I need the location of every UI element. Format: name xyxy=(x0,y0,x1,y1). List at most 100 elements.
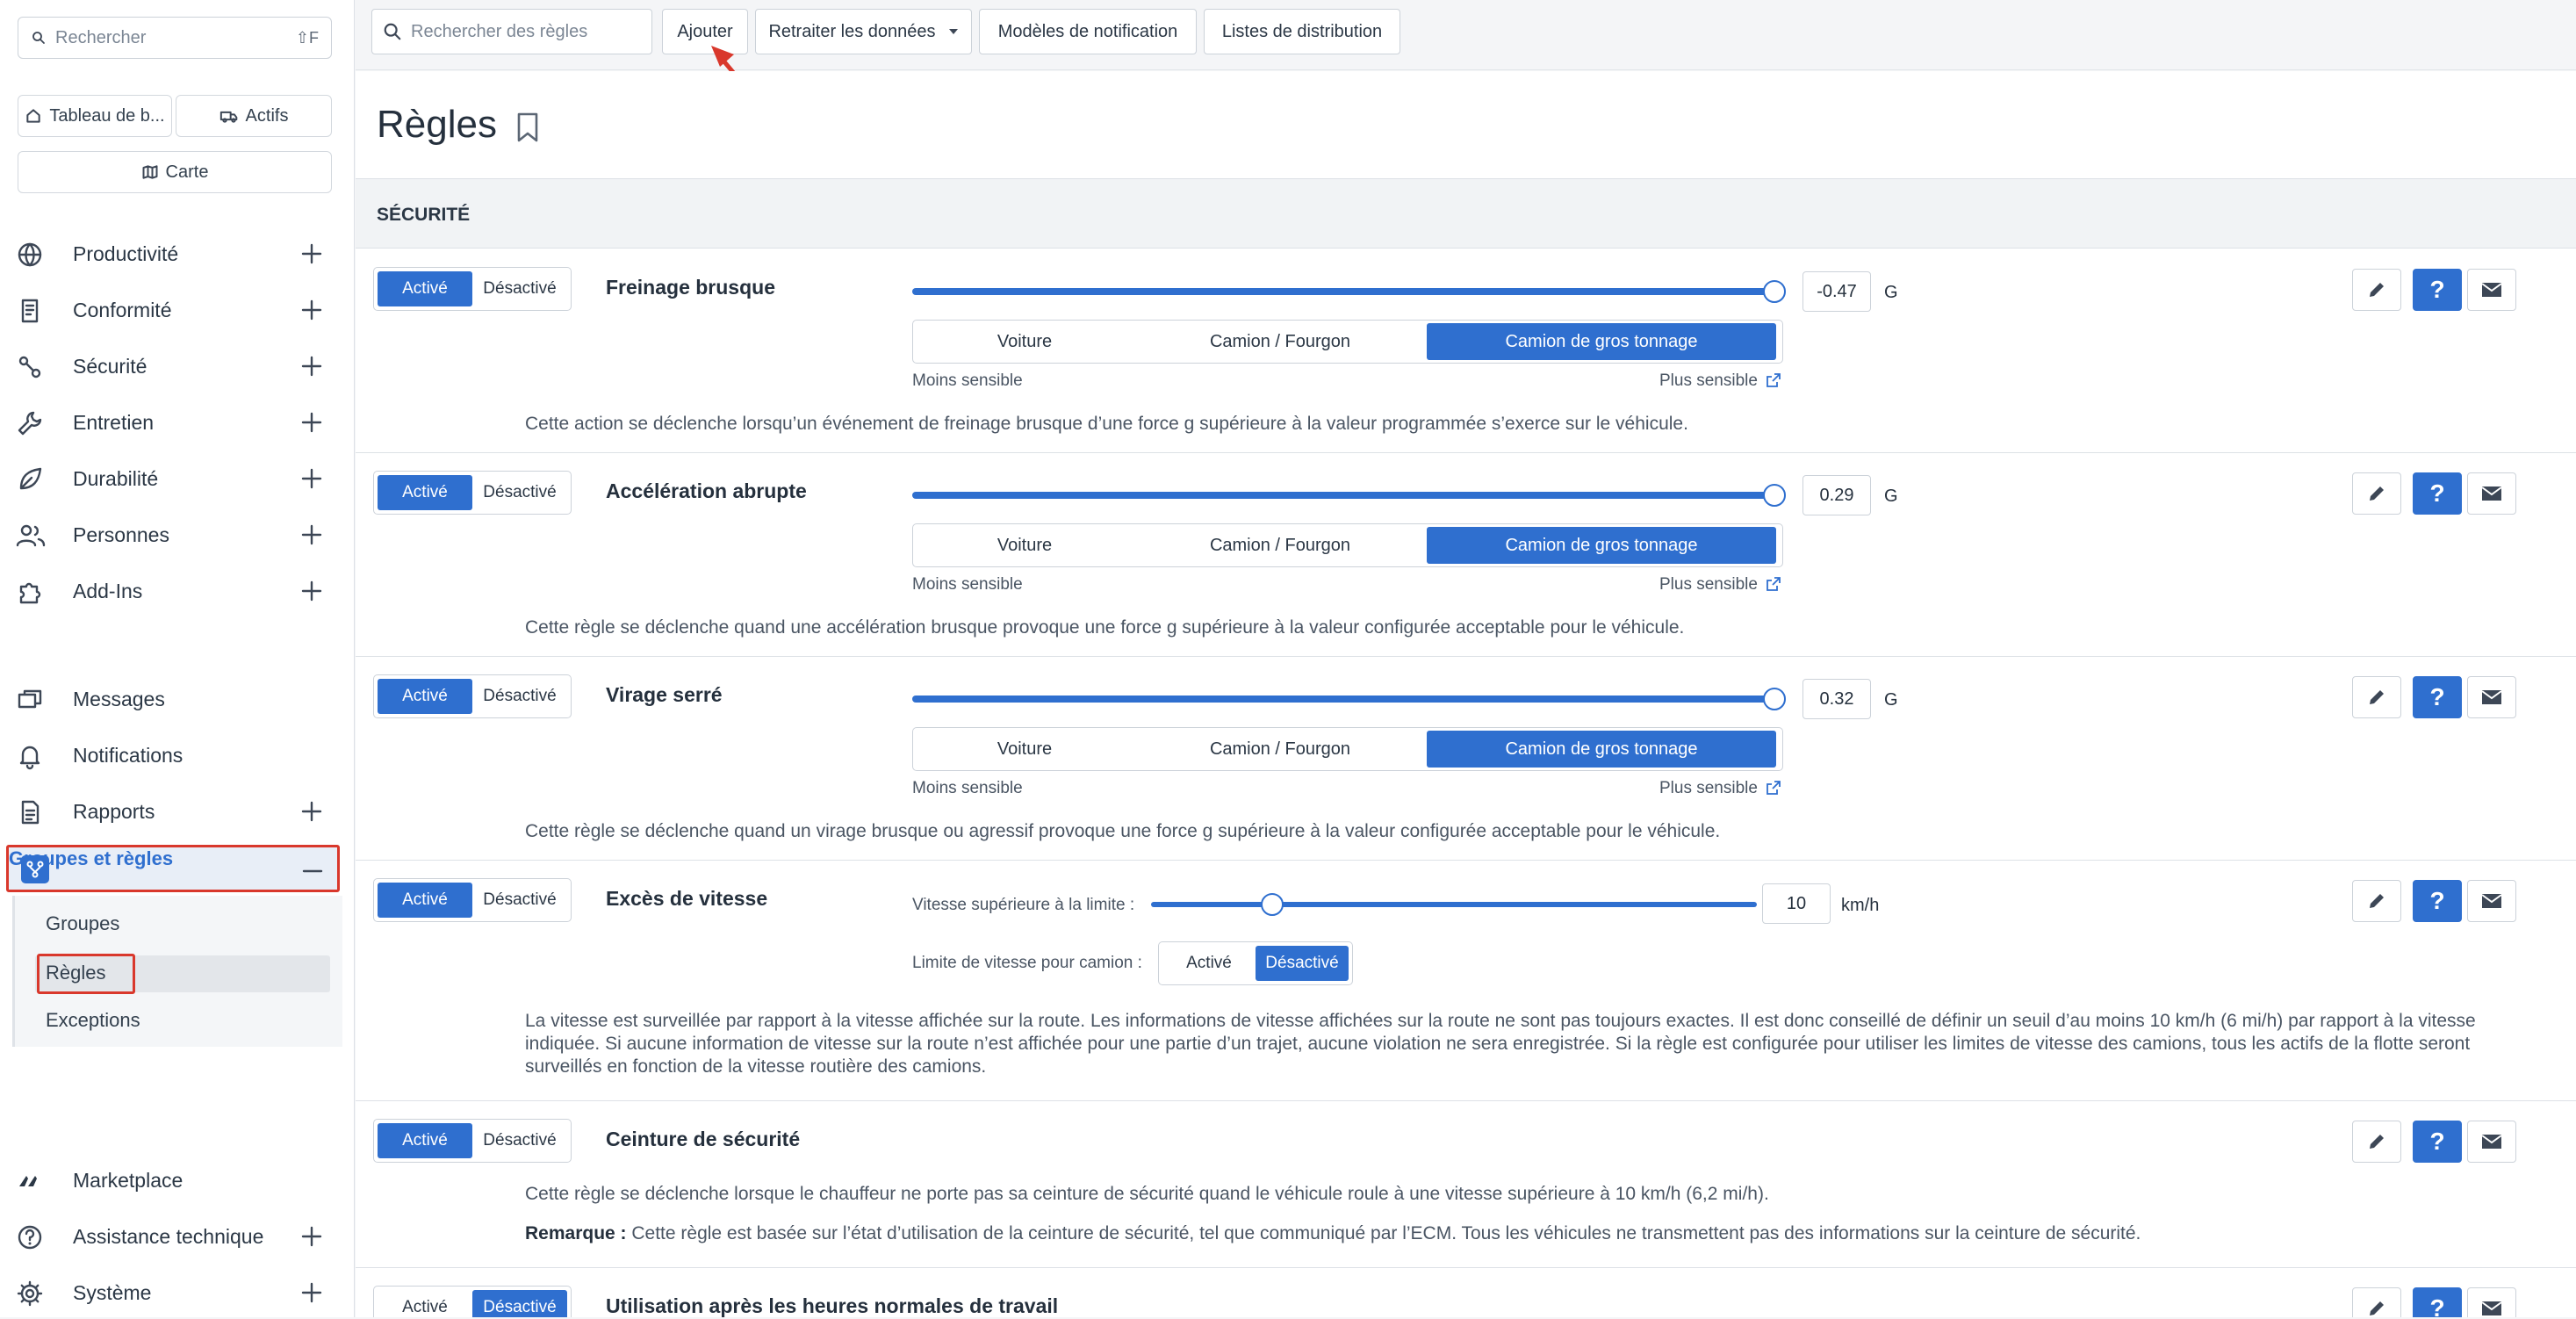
vehicle-type-selector[interactable]: Voiture Camion / Fourgon Camion de gros … xyxy=(912,727,1783,771)
plus-icon[interactable] xyxy=(300,1281,323,1304)
nav-item-assistance[interactable]: Assistance technique xyxy=(0,1210,355,1263)
nav-item-notifications[interactable]: Notifications xyxy=(0,729,355,782)
nav-item-marketplace[interactable]: Marketplace xyxy=(0,1154,355,1207)
help-button[interactable]: ? xyxy=(2413,472,2462,515)
speed-slider-thumb[interactable] xyxy=(1261,893,1284,916)
nav-item-entretien[interactable]: Entretien xyxy=(0,396,355,449)
toggle-on-option[interactable]: Activé xyxy=(1162,946,1256,981)
vehicle-option-camion-fourgon[interactable]: Camion / Fourgon xyxy=(1133,731,1427,768)
vehicle-option-gros-tonnage[interactable]: Camion de gros tonnage xyxy=(1427,323,1776,360)
help-button[interactable]: ? xyxy=(2413,1121,2462,1163)
external-link-icon[interactable] xyxy=(1766,780,1781,796)
sensitivity-slider-thumb[interactable] xyxy=(1763,688,1786,710)
sidebar-search-input[interactable]: Rechercher ⇧F xyxy=(18,17,332,59)
help-button[interactable]: ? xyxy=(2413,880,2462,922)
edit-button[interactable] xyxy=(2352,1121,2401,1163)
rule-state-toggle[interactable]: Activé Désactivé xyxy=(373,878,572,922)
toggle-off-option[interactable]: Désactivé xyxy=(472,1123,567,1158)
toggle-on-option[interactable]: Activé xyxy=(378,475,472,510)
rule-state-toggle[interactable]: Activé Désactivé xyxy=(373,1286,572,1317)
rule-state-toggle[interactable]: Activé Désactivé xyxy=(373,674,572,718)
plus-icon[interactable] xyxy=(300,299,323,321)
sensitivity-slider-track[interactable] xyxy=(912,492,1774,499)
speed-slider-track[interactable] xyxy=(1151,902,1757,907)
notify-button[interactable] xyxy=(2467,269,2516,311)
nav-item-add-ins[interactable]: Add-Ins xyxy=(0,565,355,617)
reprocess-data-button[interactable]: Retraiter les données xyxy=(755,9,972,54)
toggle-off-option[interactable]: Désactivé xyxy=(472,679,567,714)
toggle-off-option[interactable]: Désactivé xyxy=(472,271,567,306)
edit-button[interactable] xyxy=(2352,472,2401,515)
external-link-icon[interactable] xyxy=(1766,372,1781,388)
toggle-off-option[interactable]: Désactivé xyxy=(1256,946,1349,981)
notify-button[interactable] xyxy=(2467,676,2516,718)
threshold-value-field[interactable]: -0.47 xyxy=(1802,271,1871,312)
threshold-value-field[interactable]: 0.29 xyxy=(1802,475,1871,515)
nav-item-rapports[interactable]: Rapports xyxy=(0,785,355,838)
toggle-off-option[interactable]: Désactivé xyxy=(472,883,567,918)
nav-item-durabilite[interactable]: Durabilité xyxy=(0,452,355,505)
nav-item-systeme[interactable]: Système xyxy=(0,1266,355,1319)
rule-state-toggle[interactable]: Activé Désactivé xyxy=(373,471,572,515)
minus-icon[interactable] xyxy=(301,860,324,883)
truck-limit-toggle[interactable]: Activé Désactivé xyxy=(1158,941,1353,985)
vehicle-option-voiture[interactable]: Voiture xyxy=(916,731,1133,768)
rules-search-input[interactable]: Rechercher des règles xyxy=(371,9,652,54)
help-button[interactable]: ? xyxy=(2413,676,2462,718)
vehicle-option-voiture[interactable]: Voiture xyxy=(916,527,1133,564)
plus-icon[interactable] xyxy=(300,467,323,490)
sensitivity-slider-track[interactable] xyxy=(912,696,1774,703)
distribution-lists-button[interactable]: Listes de distribution xyxy=(1204,9,1400,54)
notification-templates-button[interactable]: Modèles de notification xyxy=(979,9,1197,54)
nav-item-personnes[interactable]: Personnes xyxy=(0,508,355,561)
plus-icon[interactable] xyxy=(300,523,323,546)
threshold-value-field[interactable]: 0.32 xyxy=(1802,679,1871,719)
toggle-on-option[interactable]: Activé xyxy=(378,883,472,918)
quick-link-dashboard[interactable]: Tableau de b... xyxy=(18,95,172,137)
notify-button[interactable] xyxy=(2467,1287,2516,1317)
toggle-off-option[interactable]: Désactivé xyxy=(472,475,567,510)
help-button[interactable]: ? xyxy=(2413,269,2462,311)
vehicle-option-camion-fourgon[interactable]: Camion / Fourgon xyxy=(1133,323,1427,360)
plus-icon[interactable] xyxy=(300,242,323,265)
plus-icon[interactable] xyxy=(300,355,323,378)
subnav-groupes[interactable]: Groupes xyxy=(46,912,119,935)
sensitivity-slider-track[interactable] xyxy=(912,288,1774,295)
subnav-regles[interactable]: Règles xyxy=(46,962,105,984)
bookmark-icon[interactable] xyxy=(514,112,542,143)
vehicle-option-camion-fourgon[interactable]: Camion / Fourgon xyxy=(1133,527,1427,564)
quick-link-assets[interactable]: Actifs xyxy=(176,95,332,137)
vehicle-option-voiture[interactable]: Voiture xyxy=(916,323,1133,360)
nav-item-groupes-et-regles[interactable]: Groupes et règles xyxy=(6,845,340,892)
plus-icon[interactable] xyxy=(300,411,323,434)
nav-item-productivite[interactable]: Productivité xyxy=(0,227,355,280)
vehicle-option-gros-tonnage[interactable]: Camion de gros tonnage xyxy=(1427,527,1776,564)
toggle-on-option[interactable]: Activé xyxy=(378,1290,472,1317)
nav-item-securite[interactable]: Sécurité xyxy=(0,340,355,393)
sensitivity-slider-thumb[interactable] xyxy=(1763,484,1786,507)
toggle-off-option[interactable]: Désactivé xyxy=(472,1290,567,1317)
nav-item-messages[interactable]: Messages xyxy=(0,673,355,725)
plus-icon[interactable] xyxy=(300,580,323,602)
notify-button[interactable] xyxy=(2467,880,2516,922)
quick-link-map[interactable]: Carte xyxy=(18,151,332,193)
notify-button[interactable] xyxy=(2467,472,2516,515)
toggle-on-option[interactable]: Activé xyxy=(378,1123,472,1158)
help-button[interactable]: ? xyxy=(2413,1287,2462,1317)
sensitivity-slider-thumb[interactable] xyxy=(1763,280,1786,303)
speed-value-field[interactable]: 10 xyxy=(1762,883,1831,924)
edit-button[interactable] xyxy=(2352,880,2401,922)
toggle-on-option[interactable]: Activé xyxy=(378,679,472,714)
edit-button[interactable] xyxy=(2352,676,2401,718)
edit-button[interactable] xyxy=(2352,1287,2401,1317)
vehicle-option-gros-tonnage[interactable]: Camion de gros tonnage xyxy=(1427,731,1776,768)
edit-button[interactable] xyxy=(2352,269,2401,311)
plus-icon[interactable] xyxy=(300,1225,323,1248)
nav-item-conformite[interactable]: Conformité xyxy=(0,284,355,336)
toggle-on-option[interactable]: Activé xyxy=(378,271,472,306)
rule-state-toggle[interactable]: Activé Désactivé xyxy=(373,1119,572,1163)
vehicle-type-selector[interactable]: Voiture Camion / Fourgon Camion de gros … xyxy=(912,523,1783,567)
plus-icon[interactable] xyxy=(300,800,323,823)
notify-button[interactable] xyxy=(2467,1121,2516,1163)
external-link-icon[interactable] xyxy=(1766,576,1781,592)
